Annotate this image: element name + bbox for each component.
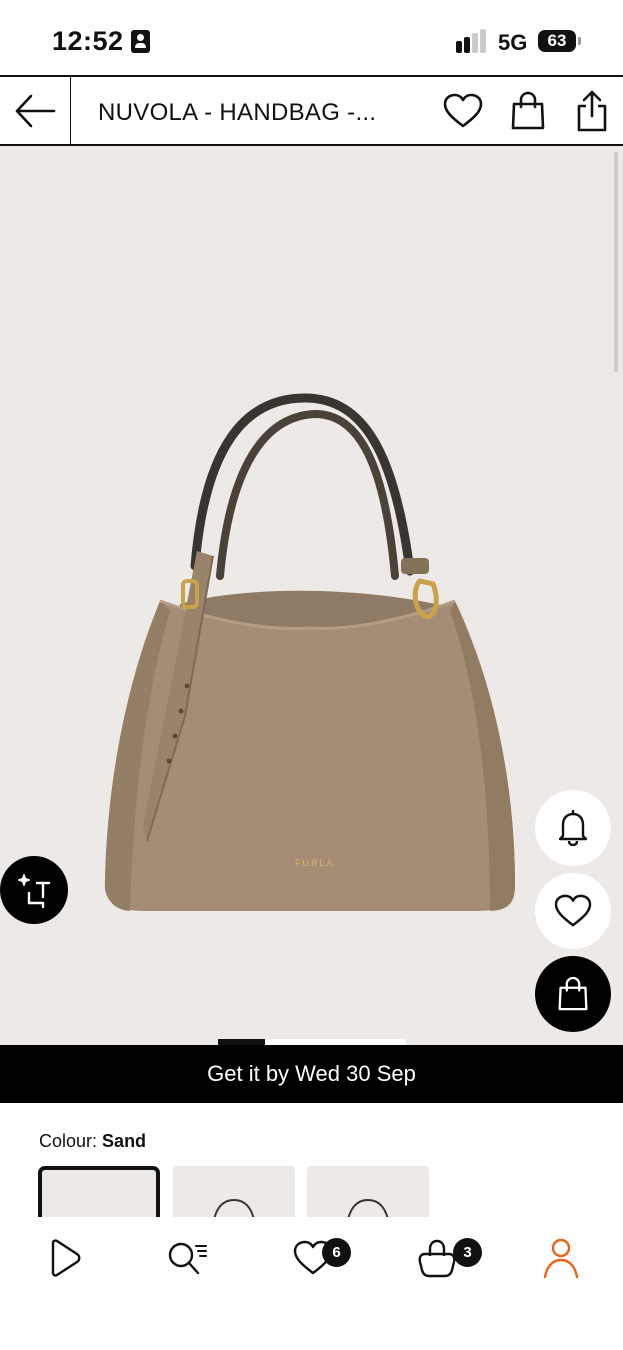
heart-icon (443, 93, 483, 128)
colour-value: Sand (102, 1131, 147, 1151)
product-image-handbag: FURLA (104, 393, 515, 911)
share-icon (577, 90, 607, 132)
shopping-bag-icon (511, 91, 545, 130)
product-header: NUVOLA - HANDBAG -... (0, 75, 623, 146)
network-type: 5G (498, 30, 528, 55)
sparkle-crop-icon (17, 873, 51, 909)
scrollbar[interactable] (614, 152, 618, 372)
cart-bag-icon (418, 1239, 456, 1278)
colour-label: Colour: Sand (39, 1131, 146, 1152)
status-bar: 12:52 5G 63 (0, 0, 623, 76)
share-button[interactable] (572, 90, 612, 132)
nav-search[interactable] (162, 1235, 212, 1281)
delivery-banner: Get it by Wed 30 Sep (0, 1045, 623, 1103)
wishlist-count-badge: 6 (322, 1238, 351, 1267)
nav-profile[interactable] (536, 1235, 586, 1281)
add-to-bag-button[interactable] (535, 956, 611, 1032)
play-icon (51, 1239, 81, 1277)
page-title: NUVOLA - HANDBAG -... (98, 99, 377, 126)
shopping-bag-icon (558, 976, 588, 1011)
signal-icon (456, 29, 488, 53)
back-arrow-icon (15, 94, 56, 127)
favorite-button[interactable] (535, 873, 611, 949)
notify-button[interactable] (535, 790, 611, 866)
colour-label-text: Colour: (39, 1131, 98, 1151)
heart-icon (554, 894, 592, 927)
battery-level: 63 (538, 30, 576, 52)
status-time: 12:52 (52, 26, 124, 56)
visual-search-button[interactable] (0, 856, 68, 924)
contact-card-icon (131, 30, 150, 53)
search-list-icon (168, 1242, 207, 1275)
battery-tip (578, 37, 581, 45)
bag-button[interactable] (508, 91, 548, 131)
bell-icon (558, 810, 588, 846)
wishlist-button[interactable] (443, 91, 483, 131)
brand-mark: FURLA (295, 858, 335, 868)
product-image-gallery[interactable]: FURLA (0, 146, 623, 1045)
back-button[interactable] (0, 77, 71, 144)
bottom-navigation (0, 1217, 623, 1350)
nav-home[interactable] (38, 1235, 88, 1281)
profile-icon (543, 1238, 579, 1279)
cart-count-badge: 3 (453, 1238, 482, 1267)
